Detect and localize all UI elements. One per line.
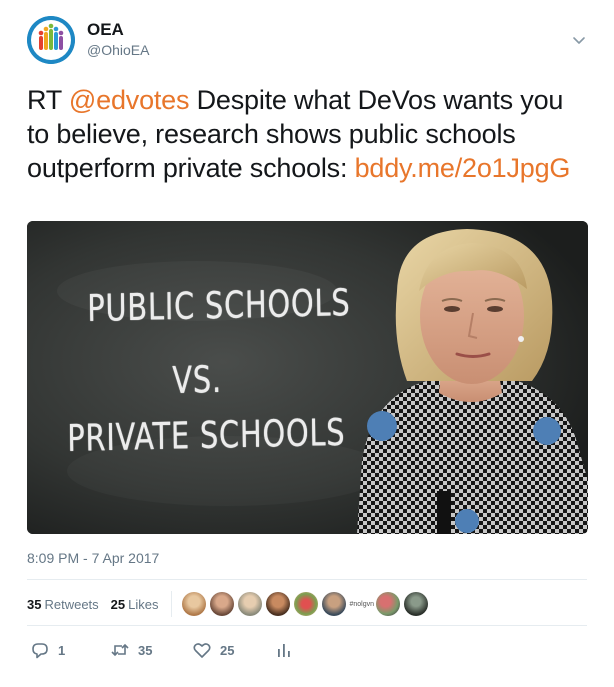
display-name[interactable]: OEA	[87, 20, 149, 40]
liker-avatars: #nolgvn	[181, 592, 432, 616]
likes-count: 25	[110, 596, 126, 612]
tweet-text: RT @edvotes Despite what DeVos wants you…	[27, 83, 587, 185]
chalk-line-3: PRIVATE SCHOOLS	[67, 410, 346, 460]
reply-icon	[30, 640, 50, 660]
divider	[27, 625, 587, 626]
image-graphic	[27, 221, 588, 534]
retweet-count: 35	[138, 642, 153, 658]
tweet-stats: 35 Retweets 25 Likes #nolgvn	[27, 590, 432, 618]
account-handle[interactable]: @OhioEA	[87, 40, 149, 60]
analytics-button[interactable]	[274, 640, 294, 660]
oea-logo-icon[interactable]	[27, 16, 75, 64]
stats-separator	[170, 591, 172, 617]
liker-avatar[interactable]	[321, 592, 346, 616]
likes-label: Likes	[128, 596, 159, 612]
liker-avatar[interactable]	[375, 592, 400, 616]
retweets-stat[interactable]: 35 Retweets	[27, 597, 99, 612]
chalk-line-1: PUBLIC SCHOOLS	[87, 281, 351, 330]
retweet-icon	[110, 640, 130, 660]
chalk-line-2: VS.	[172, 357, 223, 402]
reply-count: 1	[58, 642, 66, 658]
like-button[interactable]: 25	[192, 640, 274, 660]
retweets-count: 35	[27, 596, 42, 612]
tweet-actions: 1 35 25	[30, 638, 294, 662]
tweet-header: OEA @OhioEA	[27, 16, 587, 66]
likes-stat[interactable]: 25 Likes	[111, 597, 159, 612]
liker-avatar[interactable]	[237, 592, 262, 616]
url-link[interactable]: bddy.me/2o1JpgG	[355, 153, 571, 183]
tweet-image[interactable]: PUBLIC SCHOOLS VS. PRIVATE SCHOOLS	[27, 221, 588, 534]
liker-handle-avatar[interactable]: #nolgvn	[350, 601, 375, 608]
heart-icon	[192, 640, 212, 660]
account-names: OEA @OhioEA	[87, 20, 149, 60]
retweet-button[interactable]: 35	[110, 640, 192, 660]
liker-avatar[interactable]	[293, 592, 318, 616]
liker-avatar[interactable]	[265, 592, 290, 616]
chevron-down-icon[interactable]	[571, 32, 587, 48]
liker-avatar[interactable]	[181, 592, 206, 616]
like-count: 25	[220, 642, 235, 658]
liker-avatar[interactable]	[209, 592, 234, 616]
retweets-label: Retweets	[44, 596, 99, 612]
analytics-icon	[274, 640, 294, 660]
divider	[27, 579, 587, 580]
mention-link[interactable]: @edvotes	[69, 85, 190, 115]
tweet-timestamp[interactable]: 8:09 PM - 7 Apr 2017	[27, 550, 159, 566]
tweet-prefix: RT	[27, 85, 69, 115]
liker-avatar[interactable]	[403, 592, 428, 616]
reply-button[interactable]: 1	[30, 640, 110, 660]
